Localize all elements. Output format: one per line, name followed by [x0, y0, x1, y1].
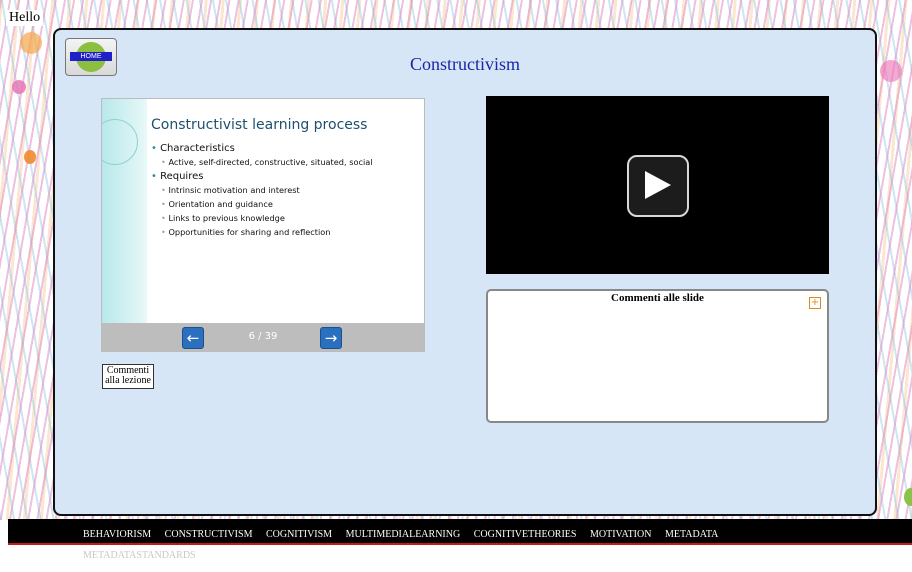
slide-viewer: Constructivist learning process Characte… [101, 98, 425, 352]
arrow-left-icon: ← [186, 329, 200, 347]
slide-sub-bullet: Links to previous knowledge [161, 213, 416, 224]
slide-heading: Constructivist learning process [151, 117, 368, 133]
slide-comments-panel: Commenti alle slide + [486, 289, 829, 423]
slide-bullet: Requires [151, 171, 416, 182]
slide-sub-bullet: Active, self-directed, constructive, sit… [161, 157, 416, 168]
play-icon [645, 171, 671, 199]
next-slide-button[interactable]: → [320, 327, 342, 349]
nav-item-behaviorism[interactable]: BEHAVIORISM [83, 529, 151, 540]
previous-slide-button[interactable]: ← [182, 327, 204, 349]
greeting-text: Hello [6, 10, 44, 26]
nav-item-multimedialearning[interactable]: MULTIMEDIALEARNING [346, 529, 461, 540]
lesson-comments-label-line2: alla lezione [105, 375, 151, 386]
nav-item-cognitivism[interactable]: COGNITIVISM [266, 529, 332, 540]
slide-sub-bullet: Intrinsic motivation and interest [161, 185, 416, 196]
slide-bullet: Characteristics [151, 143, 416, 154]
nav-item-motivation[interactable]: MOTIVATION [590, 529, 651, 540]
nav-item-constructivism[interactable]: CONSTRUCTIVISM [165, 529, 253, 540]
nav-item-metadata[interactable]: METADATA [665, 529, 718, 540]
main-panel: HOME Constructivism Constructivist learn… [53, 28, 877, 516]
play-button[interactable] [627, 155, 689, 217]
slide-navigation: ← 6 / 39 → [102, 323, 424, 351]
slide-sub-bullet: Opportunities for sharing and reflection [161, 227, 416, 238]
lesson-comments-button[interactable]: Commenti alla lezione [102, 364, 154, 389]
slide-counter: 6 / 39 [248, 331, 278, 342]
nav-item-cognitivetheories[interactable]: COGNITIVETHEORIES [474, 529, 577, 540]
slide-canvas: Constructivist learning process Characte… [102, 99, 424, 323]
nav-item-metadatastandards[interactable]: METADATASTANDARDS [83, 550, 196, 561]
slide-comments-title: Commenti alle slide [611, 292, 704, 304]
bottom-navigation-items: BEHAVIORISM CONSTRUCTIVISM COGNITIVISM M… [83, 524, 803, 566]
arrow-right-icon: → [324, 329, 338, 347]
decorative-dot [12, 80, 26, 94]
decorative-dot [20, 32, 42, 54]
page-title: Constructivism [409, 54, 520, 74]
decorative-dot [880, 60, 902, 82]
plus-square-icon[interactable]: + [809, 297, 821, 309]
decorative-dot [24, 150, 36, 164]
slide-content: Constructivist learning process Characte… [151, 117, 416, 241]
decorative-dot [904, 488, 912, 506]
video-player[interactable] [486, 96, 829, 274]
slide-sub-bullet: Orientation and guidance [161, 199, 416, 210]
